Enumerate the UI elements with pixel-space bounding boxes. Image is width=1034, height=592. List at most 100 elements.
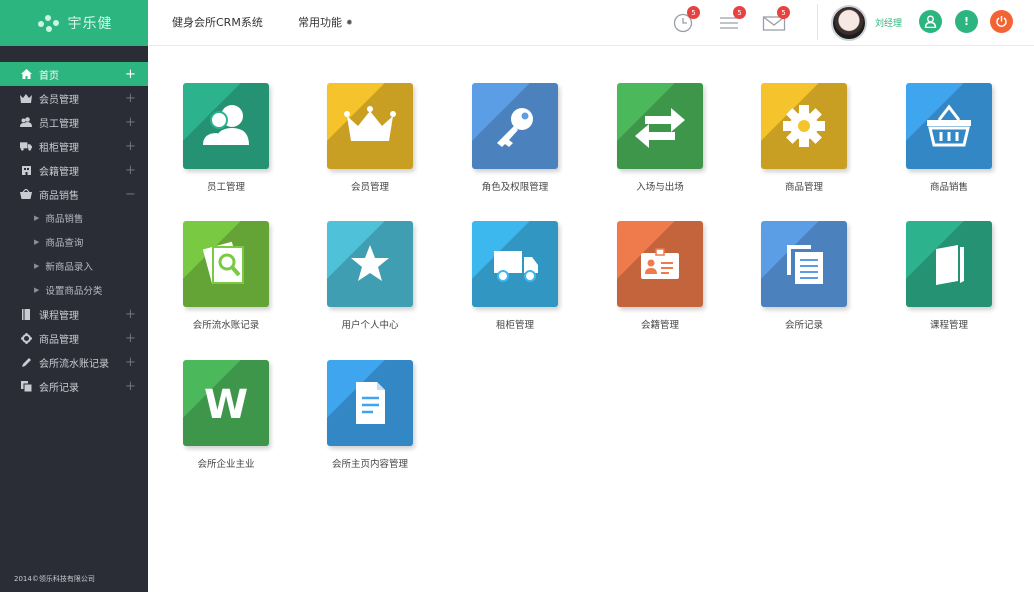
gear-icon: [783, 105, 825, 147]
sidebar-item-staff[interactable]: 员工管理 +: [0, 110, 148, 134]
username[interactable]: 刘经理: [875, 16, 902, 29]
word-letter: W: [204, 382, 248, 428]
tile-icon-box: [327, 360, 413, 446]
logo-mark-icon: [36, 13, 64, 33]
tile-icon-box: [327, 83, 413, 169]
expand-toggle[interactable]: +: [125, 115, 136, 130]
logo-text: 宇乐健: [67, 16, 113, 32]
expand-toggle[interactable]: +: [125, 307, 136, 322]
tasks-button[interactable]: 5: [718, 6, 746, 34]
copyright-footer: 2014©领乐科技有限公司: [14, 575, 95, 583]
tile-product-management[interactable]: 商品管理: [754, 83, 854, 193]
tile-label: 商品管理: [784, 182, 823, 193]
expand-toggle[interactable]: +: [125, 67, 136, 82]
expand-toggle[interactable]: +: [125, 379, 136, 394]
common-functions-menu[interactable]: 常用功能 ✹: [298, 14, 353, 30]
sidebar-item-lockers[interactable]: 租柜管理 +: [0, 134, 148, 158]
tile-icon-box: [327, 221, 413, 307]
tile-course-management[interactable]: 课程管理: [899, 221, 999, 331]
exchange-icon: [635, 108, 685, 148]
tile-icon-box: [472, 221, 558, 307]
sidebar-item-label: 商品管理: [39, 334, 79, 346]
expand-toggle[interactable]: +: [125, 139, 136, 154]
copy-icon: [20, 380, 32, 392]
users-icon: [20, 116, 32, 128]
tile-member-management[interactable]: 会员管理: [320, 83, 420, 193]
sidebar-item-members[interactable]: 会员管理 +: [0, 86, 148, 110]
expand-toggle[interactable]: +: [125, 163, 136, 178]
home-icon: [20, 68, 32, 80]
sidebar-item-products[interactable]: 商品管理 +: [0, 326, 148, 350]
exclamation-icon: !: [963, 15, 970, 28]
crown-icon: [344, 106, 396, 141]
expand-toggle[interactable]: +: [125, 91, 136, 106]
sidebar-item-records[interactable]: 会所记录 +: [0, 374, 148, 398]
mail-button[interactable]: 5: [762, 6, 790, 34]
gear-icon: ✹: [346, 17, 353, 27]
tile-label: 用户个人中心: [341, 320, 399, 331]
logo[interactable]: 宇乐健: [36, 13, 113, 33]
tile-user-center[interactable]: 用户个人中心: [320, 221, 420, 331]
sidebar-subitem-new-product[interactable]: ▶ 新商品录入: [0, 254, 148, 278]
sidebar-subitem-query[interactable]: ▶ 商品查询: [0, 230, 148, 254]
tile-icon-box: [472, 83, 558, 169]
dashboard-tiles: 员工管理 会员管理 角色及权限管理 入场与出场 商品管理 商品销售 会所流水账记…: [148, 46, 1034, 592]
tile-entry-exit[interactable]: 入场与出场: [610, 83, 710, 193]
tile-icon-box: W: [183, 360, 269, 446]
tile-locker-management[interactable]: 租柜管理: [465, 221, 565, 331]
sidebar-subitem-sales[interactable]: ▶ 商品销售: [0, 206, 148, 230]
avatar[interactable]: [831, 5, 867, 41]
copy-icon: [787, 245, 823, 284]
mail-badge: 5: [777, 6, 790, 19]
sidebar-subitem-category[interactable]: ▶ 设置商品分类: [0, 278, 148, 302]
tile-icon-box: [761, 83, 847, 169]
sidebar-subitem-label: 设置商品分类: [45, 286, 103, 297]
logout-button[interactable]: [990, 10, 1013, 33]
sidebar-item-membership[interactable]: 会籍管理 +: [0, 158, 148, 182]
sidebar-item-label: 会所记录: [39, 382, 79, 394]
tile-ledger-records[interactable]: 会所流水账记录: [176, 221, 276, 331]
tile-homepage-content[interactable]: 会所主页内容管理: [320, 360, 420, 470]
sidebar-item-label: 商品销售: [39, 190, 79, 202]
truck-icon: [494, 251, 538, 282]
sidebar-item-sales[interactable]: 商品销售 −: [0, 182, 148, 206]
sidebar-item-ledger[interactable]: 会所流水账记录 +: [0, 350, 148, 374]
tile-label: 租柜管理: [495, 320, 534, 331]
top-header: 健身会所CRM系统 常用功能 ✹ 5 5 5 刘经理 !: [148, 0, 1034, 46]
sidebar-subitem-label: 商品查询: [45, 238, 84, 249]
tile-enterprise-business[interactable]: W 会所企业主业: [176, 360, 276, 470]
user-profile-button[interactable]: [919, 10, 942, 33]
tile-role-permissions[interactable]: 角色及权限管理: [465, 83, 565, 193]
tile-label: 会所企业主业: [197, 459, 255, 470]
clock-button[interactable]: 5: [672, 6, 700, 34]
tile-label: 商品销售: [929, 182, 968, 193]
sidebar-item-courses[interactable]: 课程管理 +: [0, 302, 148, 326]
tile-membership-management[interactable]: 会籍管理: [610, 221, 710, 331]
expand-toggle[interactable]: +: [125, 355, 136, 370]
collapse-toggle[interactable]: −: [125, 187, 136, 202]
tasks-badge: 5: [733, 6, 746, 19]
caret-right-icon: ▶: [34, 262, 40, 270]
id-card-icon: [641, 248, 679, 279]
basket-icon: [927, 104, 971, 147]
tile-label: 会所主页内容管理: [331, 459, 408, 470]
sidebar-item-label: 会所流水账记录: [39, 358, 109, 370]
truck-icon: [20, 140, 32, 152]
tile-label: 会所记录: [784, 320, 823, 331]
expand-toggle[interactable]: +: [125, 331, 136, 346]
sidebar-item-label: 租柜管理: [39, 142, 79, 154]
tile-staff-management[interactable]: 员工管理: [176, 83, 276, 193]
tile-label: 课程管理: [929, 320, 968, 331]
system-title: 健身会所CRM系统: [172, 16, 263, 29]
sidebar-item-label: 员工管理: [39, 118, 79, 130]
alert-button[interactable]: !: [955, 10, 978, 33]
clock-badge: 5: [687, 6, 700, 19]
power-icon: [996, 16, 1007, 27]
tile-product-sales[interactable]: 商品销售: [899, 83, 999, 193]
tile-label: 员工管理: [206, 182, 245, 193]
common-functions-label: 常用功能: [298, 16, 342, 29]
sidebar-item-home[interactable]: 首页 +: [0, 62, 148, 86]
tile-icon-box: [761, 221, 847, 307]
tile-club-records[interactable]: 会所记录: [754, 221, 854, 331]
sidebar-item-label: 课程管理: [39, 310, 79, 322]
